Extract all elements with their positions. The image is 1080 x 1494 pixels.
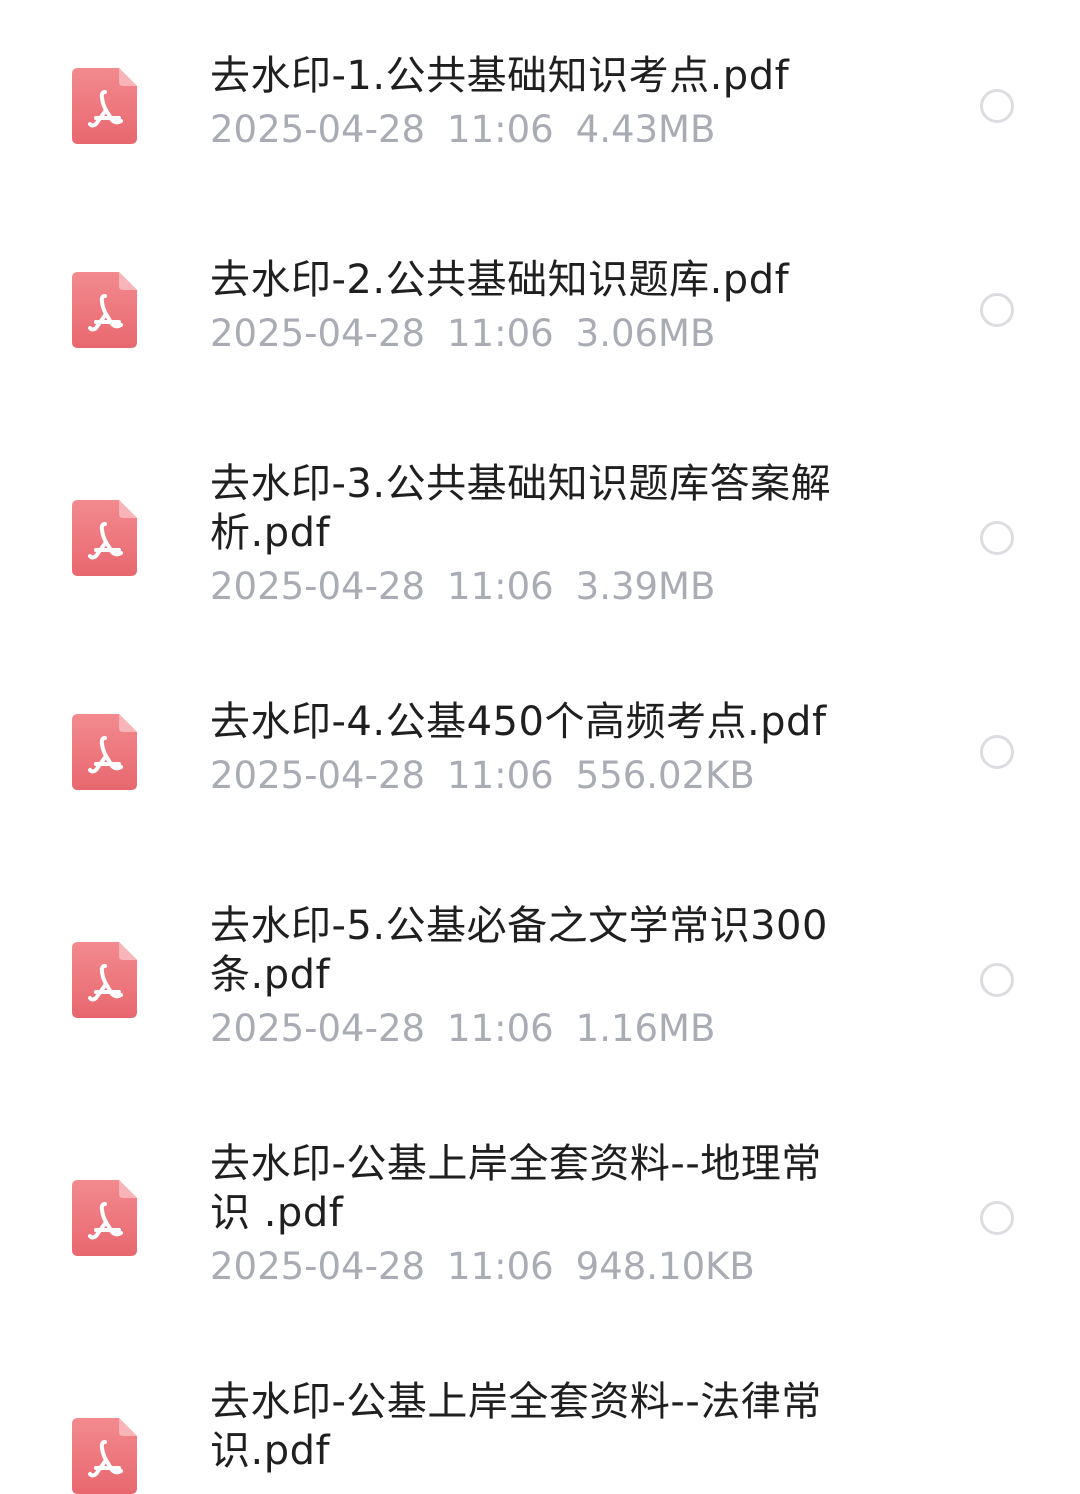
- file-time: 11:06: [447, 754, 554, 797]
- select-radio[interactable]: [980, 89, 1014, 123]
- pdf-file-icon: [72, 272, 137, 348]
- select-radio[interactable]: [980, 963, 1014, 997]
- file-name: 去水印-2.公共基础知识题库.pdf: [210, 257, 790, 303]
- pdf-file-icon: [72, 714, 137, 790]
- file-info: 去水印-5.公基必备之文学常识300条.pdf 2025-04-28 11:06 1…: [210, 902, 860, 1052]
- select-radio[interactable]: [980, 293, 1014, 327]
- file-size: 556.02KB: [575, 754, 755, 797]
- file-info: 去水印-1.公共基础知识考点.pdf 2025-04-28 11:06 4.43MB: [210, 52, 860, 153]
- file-name: 去水印-1.公共基础知识考点.pdf: [210, 53, 790, 99]
- file-time: 11:06: [447, 108, 554, 151]
- file-name: 去水印-5.公基必备之文学常识300条.pdf: [210, 903, 828, 998]
- file-meta: 2025-04-28 11:06 1.16MB: [210, 1006, 860, 1052]
- file-info: 去水印-公基上岸全套资料--法律常识.pdf: [210, 1378, 860, 1476]
- file-name: 去水印-4.公基450个高频考点.pdf: [210, 699, 827, 745]
- pdf-file-icon: [72, 68, 137, 144]
- file-size: 1.16MB: [575, 1007, 716, 1050]
- file-list: 去水印-1.公共基础知识考点.pdf 2025-04-28 11:06 4.43MB: [0, 0, 1080, 1494]
- file-meta: 2025-04-28 11:06 3.39MB: [210, 564, 860, 610]
- file-time: 11:06: [447, 565, 554, 608]
- file-date: 2025-04-28: [210, 1245, 426, 1288]
- file-date: 2025-04-28: [210, 108, 426, 151]
- pdf-file-icon: [72, 1180, 137, 1256]
- pdf-file-icon: [72, 1418, 137, 1494]
- file-size: 4.43MB: [575, 108, 716, 151]
- file-info: 去水印-公基上岸全套资料--地理常识 .pdf 2025-04-28 11:06 9…: [210, 1140, 860, 1290]
- file-meta: 2025-04-28 11:06 4.43MB: [210, 107, 860, 153]
- pdf-file-icon: [72, 500, 137, 576]
- file-info: 去水印-3.公共基础知识题库答案解析.pdf 2025-04-28 11:06 3.…: [210, 460, 860, 610]
- file-name: 去水印-3.公共基础知识题库答案解析.pdf: [210, 461, 832, 556]
- file-time: 11:06: [447, 1245, 554, 1288]
- file-date: 2025-04-28: [210, 312, 426, 355]
- file-date: 2025-04-28: [210, 565, 426, 608]
- file-info: 去水印-4.公基450个高频考点.pdf 2025-04-28 11:06 556.…: [210, 698, 860, 799]
- file-size: 948.10KB: [575, 1245, 755, 1288]
- select-radio[interactable]: [980, 1201, 1014, 1235]
- file-meta: 2025-04-28 11:06 3.06MB: [210, 311, 860, 357]
- file-size: 3.06MB: [575, 312, 716, 355]
- file-info: 去水印-2.公共基础知识题库.pdf 2025-04-28 11:06 3.06MB: [210, 256, 860, 357]
- file-meta: 2025-04-28 11:06 556.02KB: [210, 753, 860, 799]
- file-date: 2025-04-28: [210, 754, 426, 797]
- select-radio[interactable]: [980, 521, 1014, 555]
- file-meta: 2025-04-28 11:06 948.10KB: [210, 1244, 860, 1290]
- file-time: 11:06: [447, 312, 554, 355]
- file-date: 2025-04-28: [210, 1007, 426, 1050]
- file-time: 11:06: [447, 1007, 554, 1050]
- pdf-file-icon: [72, 942, 137, 1018]
- file-name: 去水印-公基上岸全套资料--地理常识 .pdf: [210, 1141, 822, 1236]
- file-size: 3.39MB: [575, 565, 716, 608]
- select-radio[interactable]: [980, 735, 1014, 769]
- file-name: 去水印-公基上岸全套资料--法律常识.pdf: [210, 1379, 822, 1474]
